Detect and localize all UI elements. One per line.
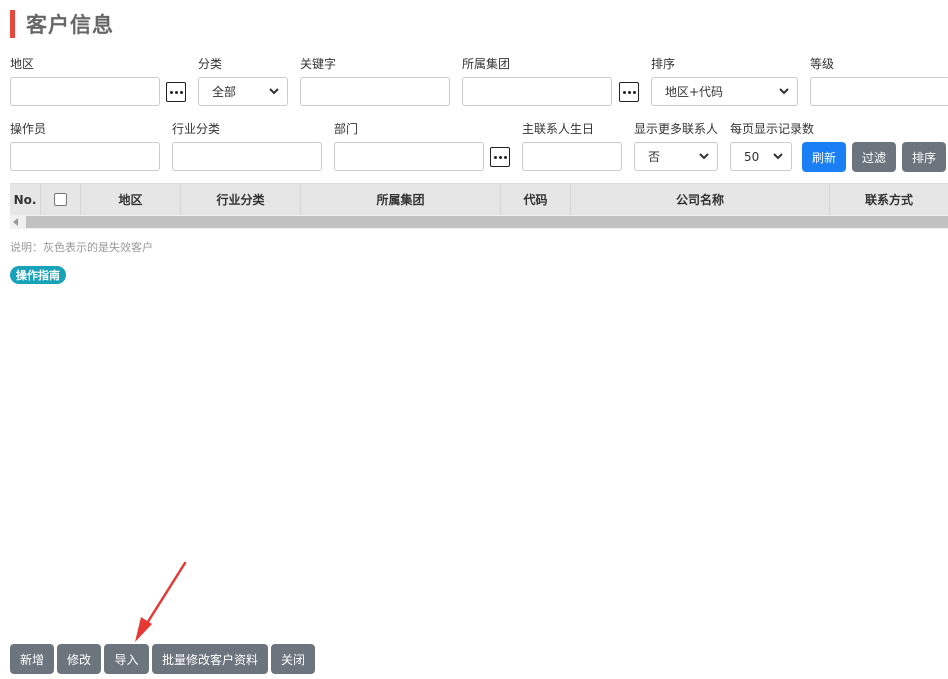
table-note: 说明：灰色表示的是失效客户	[10, 241, 153, 254]
close-button[interactable]: 关闭	[271, 644, 315, 674]
dept-picker-button[interactable]	[490, 147, 510, 167]
region-input[interactable]	[10, 77, 160, 106]
sort-select[interactable]: 地区+代码	[651, 77, 798, 106]
sort-label: 排序	[651, 57, 676, 71]
group-input[interactable]	[462, 77, 612, 106]
group-label: 所属集团	[462, 57, 511, 71]
birthday-label: 主联系人生日	[522, 122, 595, 136]
chevron-down-icon	[269, 88, 279, 95]
column-header-select-all[interactable]	[41, 184, 81, 215]
scroll-left-icon[interactable]	[13, 218, 18, 226]
import-button[interactable]: 导入	[104, 644, 149, 674]
more-contacts-select-value: 否	[648, 150, 661, 164]
refresh-button[interactable]: 刷新	[802, 142, 846, 172]
batch-edit-button[interactable]: 批量修改客户资料	[152, 644, 268, 674]
page-title: 客户信息	[26, 13, 114, 37]
operator-label: 操作员	[10, 122, 47, 136]
sort-button[interactable]: 排序	[902, 142, 946, 172]
level-label: 等级	[810, 57, 835, 71]
select-all-checkbox[interactable]	[54, 193, 67, 206]
column-header-code[interactable]: 代码	[501, 184, 571, 215]
industry-label: 行业分类	[172, 122, 221, 136]
category-select[interactable]: 全部	[198, 77, 288, 106]
level-input[interactable]	[810, 77, 948, 106]
category-label: 分类	[198, 57, 223, 71]
column-header-region[interactable]: 地区	[81, 184, 181, 215]
keyword-input[interactable]	[300, 77, 450, 106]
page-size-label: 每页显示记录数	[730, 122, 815, 136]
column-header-industry[interactable]: 行业分类	[181, 184, 301, 215]
dept-label: 部门	[334, 122, 359, 136]
group-picker-button[interactable]	[619, 82, 639, 102]
more-contacts-label: 显示更多联系人	[634, 122, 719, 136]
edit-button[interactable]: 修改	[57, 644, 101, 674]
title-accent-bar	[10, 10, 15, 38]
sort-select-value: 地区+代码	[665, 85, 724, 99]
column-header-no[interactable]: No.	[10, 184, 41, 215]
add-button[interactable]: 新增	[10, 644, 54, 674]
scrollbar-thumb[interactable]	[26, 216, 948, 228]
chevron-down-icon	[779, 88, 789, 95]
page-size-select-value: 50	[744, 149, 760, 164]
filter-button[interactable]: 过滤	[852, 142, 896, 172]
birthday-input[interactable]	[522, 142, 622, 171]
operator-input[interactable]	[10, 142, 160, 171]
region-label: 地区	[10, 57, 35, 71]
region-picker-button[interactable]	[166, 82, 186, 102]
page-size-select[interactable]: 50	[730, 142, 792, 171]
dept-input[interactable]	[334, 142, 484, 171]
chevron-down-icon	[773, 153, 783, 160]
column-header-group[interactable]: 所属集团	[301, 184, 501, 215]
industry-input[interactable]	[172, 142, 322, 171]
category-select-value: 全部	[212, 85, 237, 99]
table-header: No. 地区 行业分类 所属集团 代码 公司名称 联系方式	[10, 183, 948, 215]
guide-badge[interactable]: 操作指南	[10, 266, 66, 284]
keyword-label: 关键字	[300, 57, 337, 71]
column-header-contact[interactable]: 联系方式	[830, 184, 948, 215]
page-title-bar: 客户信息	[10, 9, 114, 39]
column-header-company[interactable]: 公司名称	[571, 184, 830, 215]
more-contacts-select[interactable]: 否	[634, 142, 718, 171]
chevron-down-icon	[699, 153, 709, 160]
horizontal-scrollbar[interactable]	[10, 215, 948, 229]
